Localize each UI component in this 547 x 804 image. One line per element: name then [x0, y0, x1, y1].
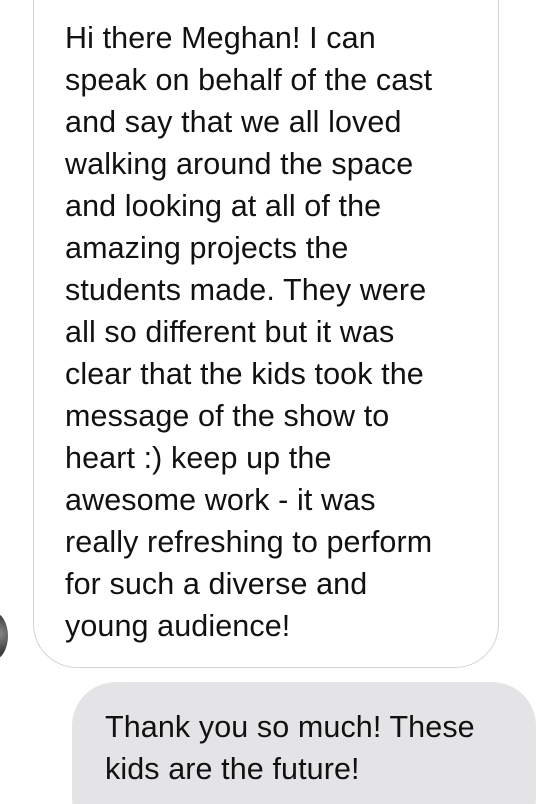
received-message-text: Hi there Meghan! I can speak on behalf o…	[65, 21, 433, 643]
message-thread: Hi there Meghan! I can speak on behalf o…	[0, 0, 547, 804]
received-message-bubble[interactable]: Hi there Meghan! I can speak on behalf o…	[33, 0, 499, 668]
sender-avatar[interactable]	[0, 612, 8, 660]
sent-message-bubble[interactable]: Thank you so much! These kids are the fu…	[72, 682, 536, 804]
sent-message-text: Thank you so much! These kids are the fu…	[105, 710, 475, 786]
